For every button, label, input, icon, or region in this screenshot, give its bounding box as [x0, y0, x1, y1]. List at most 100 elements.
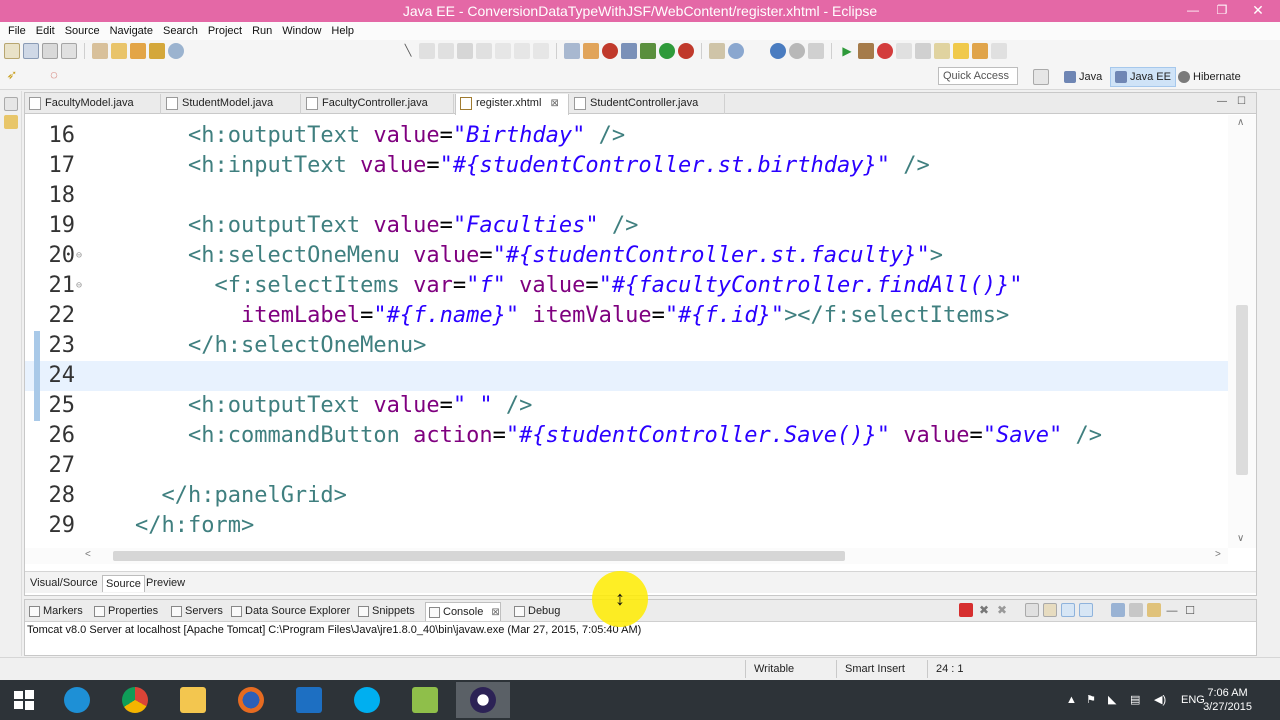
- close-button[interactable]: ✕: [1236, 0, 1280, 22]
- code-line[interactable]: 23 </h:selectOneMenu>: [25, 331, 1228, 361]
- code-line[interactable]: 29 </h:form>: [25, 511, 1228, 541]
- vertical-scrollbar[interactable]: ∧ ∨: [1228, 115, 1256, 548]
- perspective-java-ee[interactable]: Java EE: [1110, 67, 1176, 87]
- remove-all-icon[interactable]: ✖: [995, 603, 1009, 617]
- search-icon[interactable]: [808, 43, 824, 59]
- menu-search[interactable]: Search: [158, 25, 203, 37]
- open-perspective-button[interactable]: [1033, 69, 1049, 85]
- tab-servers[interactable]: Servers: [168, 602, 223, 621]
- new-server-icon[interactable]: [92, 43, 108, 59]
- tab-register-xhtml[interactable]: register.xhtml ⊠: [455, 94, 569, 115]
- scroll-lock-icon[interactable]: [1043, 603, 1057, 617]
- open-console-icon[interactable]: [564, 43, 580, 59]
- disconnect-icon[interactable]: [476, 43, 492, 59]
- tab-properties[interactable]: Properties: [91, 602, 158, 621]
- scroll-left-icon[interactable]: <: [85, 549, 91, 560]
- display-console-icon[interactable]: [1129, 603, 1143, 617]
- tab-preview[interactable]: Preview: [143, 575, 188, 592]
- code-line[interactable]: 26 <h:commandButton action="#{studentCon…: [25, 421, 1228, 451]
- open-perspective-icon[interactable]: [789, 43, 805, 59]
- open-type-icon[interactable]: [111, 43, 127, 59]
- taskbar-eclipse[interactable]: [456, 682, 510, 718]
- tray-network-icon[interactable]: ⚑: [1086, 680, 1096, 720]
- menu-project[interactable]: Project: [203, 25, 247, 37]
- menu-file[interactable]: File: [3, 25, 31, 37]
- tab-data-source-explorer[interactable]: Data Source Explorer: [228, 602, 350, 621]
- source-editor[interactable]: 16 <h:outputText value="Birthday" /> 17 <…: [25, 115, 1228, 548]
- next-annotation-icon[interactable]: [915, 43, 931, 59]
- quick-access-input[interactable]: Quick Access: [938, 67, 1018, 85]
- code-line[interactable]: 21 ⊖ <f:selectItems var="f" value="#{facu…: [25, 271, 1228, 301]
- menu-help[interactable]: Help: [326, 25, 359, 37]
- scroll-up-icon[interactable]: ∧: [1237, 117, 1244, 128]
- taskbar-clock[interactable]: 7:06 AM 3/27/2015: [1203, 686, 1252, 714]
- step-into-icon[interactable]: [495, 43, 511, 59]
- minimize-view-icon[interactable]: —: [1217, 96, 1227, 107]
- suspend-icon[interactable]: [438, 43, 454, 59]
- tray-volume-icon[interactable]: ◀): [1154, 680, 1166, 720]
- menu-source[interactable]: Source: [60, 25, 105, 37]
- show-stderr-icon[interactable]: [1079, 603, 1093, 617]
- show-stdout-icon[interactable]: [1061, 603, 1075, 617]
- menu-navigate[interactable]: Navigate: [105, 25, 158, 37]
- vertical-scroll-thumb[interactable]: [1236, 305, 1248, 475]
- clear-console-icon[interactable]: [1025, 603, 1039, 617]
- code-line[interactable]: 24: [25, 361, 1228, 391]
- menu-run[interactable]: Run: [247, 25, 277, 37]
- code-line[interactable]: 28 </h:panelGrid>: [25, 481, 1228, 511]
- hand-icon[interactable]: [896, 43, 912, 59]
- run-icon[interactable]: [659, 43, 675, 59]
- print-icon[interactable]: [61, 43, 77, 59]
- pin-icon[interactable]: ➶: [4, 67, 20, 83]
- scroll-right-icon[interactable]: >: [1215, 549, 1221, 560]
- menu-window[interactable]: Window: [277, 25, 326, 37]
- tab-close-icon[interactable]: ⊠: [550, 98, 558, 109]
- tab-faculty-controller[interactable]: FacultyController.java: [302, 94, 454, 114]
- play-icon[interactable]: ▶: [839, 43, 855, 59]
- forward-icon[interactable]: [991, 43, 1007, 59]
- server-icon[interactable]: [621, 43, 637, 59]
- taskbar-notepad-plus[interactable]: [398, 682, 452, 718]
- tab-source[interactable]: Source: [102, 575, 145, 592]
- menu-edit[interactable]: Edit: [31, 25, 60, 37]
- settings-icon[interactable]: [728, 43, 744, 59]
- horizontal-scrollbar[interactable]: < >: [25, 548, 1228, 564]
- debug-icon[interactable]: [602, 43, 618, 59]
- folder-icon[interactable]: [130, 43, 146, 59]
- taskbar-file-explorer[interactable]: [166, 682, 220, 718]
- taskbar-internet-explorer[interactable]: [50, 682, 104, 718]
- step-return-icon[interactable]: [533, 43, 549, 59]
- terminate-icon[interactable]: [457, 43, 473, 59]
- tab-visual-source[interactable]: Visual/Source: [27, 575, 101, 592]
- remove-launch-icon[interactable]: ✖: [977, 603, 991, 617]
- skip-breakpoints-icon[interactable]: ╲: [400, 43, 416, 59]
- new-icon[interactable]: [4, 43, 20, 59]
- web-browser-icon[interactable]: [770, 43, 786, 59]
- profile-icon[interactable]: [858, 43, 874, 59]
- globe-icon[interactable]: [168, 43, 184, 59]
- language-indicator[interactable]: ENG: [1181, 680, 1205, 720]
- minimize-view-icon[interactable]: —: [1165, 603, 1179, 617]
- code-line[interactable]: 27: [25, 451, 1228, 481]
- code-line[interactable]: 19 <h:outputText value="Faculties" />: [25, 211, 1228, 241]
- tray-wifi-icon[interactable]: ◣: [1108, 680, 1116, 720]
- save-icon[interactable]: [23, 43, 39, 59]
- code-line[interactable]: 17 <h:inputText value="#{studentControll…: [25, 151, 1228, 181]
- spinner-icon[interactable]: ◌: [46, 67, 62, 83]
- back-icon[interactable]: [972, 43, 988, 59]
- open-console-icon[interactable]: [1147, 603, 1161, 617]
- maximize-view-icon[interactable]: ☐: [1237, 96, 1246, 107]
- code-line[interactable]: 16 <h:outputText value="Birthday" />: [25, 121, 1228, 151]
- taskbar-skype[interactable]: [340, 682, 394, 718]
- tray-flag-icon[interactable]: ▤: [1130, 680, 1140, 720]
- terminate-icon[interactable]: [959, 603, 973, 617]
- stop-icon[interactable]: [877, 43, 893, 59]
- taskbar-chrome[interactable]: [108, 682, 162, 718]
- start-button[interactable]: [0, 682, 48, 718]
- project-explorer-icon[interactable]: [4, 115, 18, 129]
- code-line[interactable]: 25 <h:outputText value=" " />: [25, 391, 1228, 421]
- taskbar-outlook[interactable]: [282, 682, 336, 718]
- tab-student-model[interactable]: StudentModel.java: [162, 94, 301, 114]
- monitor-icon[interactable]: [640, 43, 656, 59]
- resume-icon[interactable]: [419, 43, 435, 59]
